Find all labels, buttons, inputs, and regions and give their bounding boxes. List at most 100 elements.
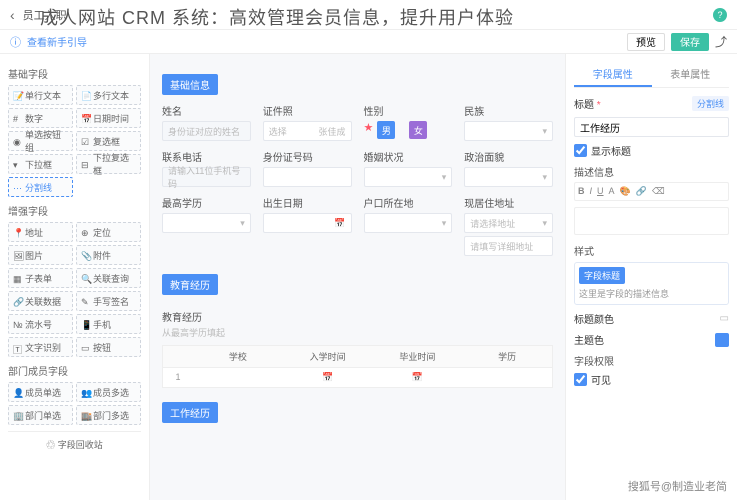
desc-input[interactable]: [574, 207, 729, 235]
theme-color-label: 主题色: [574, 332, 604, 347]
rich-text-toolbar[interactable]: B I U A 🎨 🔗 ⌫: [574, 182, 729, 201]
field-button[interactable]: ▭按钮: [76, 337, 141, 357]
bold-icon[interactable]: B: [578, 186, 585, 197]
theme-color-picker[interactable]: [715, 333, 729, 347]
table-row[interactable]: 1 📅 📅: [163, 368, 552, 387]
label-edu: 最高学历: [162, 195, 251, 210]
label-hukou: 户口所在地: [364, 195, 453, 210]
input-phone[interactable]: 请输入11位手机号码: [162, 167, 251, 187]
input-edu[interactable]: ▾: [162, 213, 251, 233]
prop-title-label: 标题: [574, 100, 594, 111]
star-icon: ★: [364, 121, 374, 139]
hint-text[interactable]: 查看新手引导: [27, 34, 87, 49]
help-icon[interactable]: ?: [713, 8, 727, 22]
input-birth[interactable]: 📅: [263, 213, 352, 233]
field-dept-single[interactable]: 🏢部门单选: [8, 405, 73, 425]
field-dept-multi[interactable]: 🏬部门多选: [76, 405, 141, 425]
edu-table-title: 教育经历: [162, 309, 553, 324]
field-member-single[interactable]: 👤成员单选: [8, 382, 73, 402]
input-name[interactable]: 身份证对应的姓名: [162, 121, 251, 141]
italic-icon[interactable]: I: [590, 186, 593, 197]
field-mobile[interactable]: 📱手机: [76, 314, 141, 334]
field-radio[interactable]: ◉单选按钮组: [8, 131, 73, 151]
field-ocr[interactable]: 🅃文字识别: [8, 337, 73, 357]
input-addr1[interactable]: 请选择地址▾: [464, 213, 553, 233]
field-relation-query[interactable]: 🔍关联查询: [76, 268, 141, 288]
field-palette: 基础字段 📝单行文本 📄多行文本 #数字 📅日期时间 ◉单选按钮组 ☑复选框 ▾…: [0, 54, 150, 500]
perm-label: 字段权限: [574, 353, 729, 368]
title-color-label: 标题颜色: [574, 311, 614, 326]
input-marriage[interactable]: ▾: [364, 167, 453, 187]
field-number[interactable]: #数字: [8, 108, 73, 128]
basic-fields-title: 基础字段: [8, 66, 141, 81]
field-multi-text[interactable]: 📄多行文本: [76, 85, 141, 105]
label-nation: 民族: [464, 103, 553, 118]
back-chevron-icon[interactable]: ‹: [10, 7, 15, 23]
property-panel: 字段属性 表单属性 标题 * 分割线 显示标题 描述信息 B I U A 🎨 🔗…: [565, 54, 737, 500]
radio-female[interactable]: 女: [409, 121, 427, 139]
field-location[interactable]: ⊕定位: [76, 222, 141, 242]
section-basic-info[interactable]: 基础信息: [162, 74, 218, 95]
input-cert[interactable]: 选择张佳成: [263, 121, 352, 141]
field-attachment[interactable]: 📎附件: [76, 245, 141, 265]
dept-fields-title: 部门成员字段: [8, 363, 141, 378]
field-select[interactable]: ▾下拉框: [8, 154, 73, 174]
field-relation-data[interactable]: 🔗关联数据: [8, 291, 73, 311]
title-color-picker[interactable]: ▭: [720, 313, 729, 324]
field-divider[interactable]: ⋯分割线: [8, 177, 73, 197]
clear-icon[interactable]: ⌫: [652, 186, 665, 197]
input-hukou[interactable]: ▾: [364, 213, 453, 233]
label-addr: 现居住地址: [464, 195, 553, 210]
label-marriage: 婚姻状况: [364, 149, 453, 164]
section-education[interactable]: 教育经历: [162, 274, 218, 295]
share-icon[interactable]: ⤴: [715, 33, 727, 50]
label-politics: 政治面貌: [464, 149, 553, 164]
underline-icon[interactable]: U: [597, 186, 604, 197]
tab-form-props[interactable]: 表单属性: [652, 62, 730, 87]
input-addr2[interactable]: 请填写详细地址: [464, 236, 553, 256]
field-recycle-bin[interactable]: ♲ 字段回收站: [8, 431, 141, 457]
field-member-multi[interactable]: 👥成员多选: [76, 382, 141, 402]
field-image[interactable]: 🖼图片: [8, 245, 73, 265]
form-canvas: 基础信息 姓名身份证对应的姓名 证件照选择张佳成 性别★男女 民族▾ 联系电话请…: [150, 54, 565, 500]
calendar-icon[interactable]: 📅: [412, 372, 423, 382]
watermark: 搜狐号@制造业老简: [628, 478, 727, 494]
info-icon: ⓘ: [10, 34, 21, 50]
input-nation[interactable]: ▾: [464, 121, 553, 141]
label-birth: 出生日期: [263, 195, 352, 210]
field-datetime[interactable]: 📅日期时间: [76, 108, 141, 128]
tab-field-props[interactable]: 字段属性: [574, 62, 652, 87]
enhance-fields-title: 增强字段: [8, 203, 141, 218]
font-icon[interactable]: A: [609, 186, 615, 197]
radio-male[interactable]: 男: [377, 121, 395, 139]
label-gender: 性别: [364, 103, 453, 118]
title-input[interactable]: [574, 117, 729, 137]
field-address[interactable]: 📍地址: [8, 222, 73, 242]
label-name: 姓名: [162, 103, 251, 118]
style-label: 样式: [574, 243, 729, 258]
edu-table[interactable]: 学校 入学时间 毕业时间 学历 1 📅 📅: [162, 345, 553, 388]
calendar-icon[interactable]: 📅: [322, 372, 333, 382]
field-subform[interactable]: ▦子表单: [8, 268, 73, 288]
color-icon[interactable]: 🎨: [620, 186, 631, 197]
calendar-icon: 📅: [334, 218, 345, 229]
desc-label: 描述信息: [574, 164, 729, 179]
section-work[interactable]: 工作经历: [162, 402, 218, 423]
field-multiselect[interactable]: ⊟下拉复选框: [76, 154, 141, 174]
field-signature[interactable]: ✎手写签名: [76, 291, 141, 311]
link-icon[interactable]: 🔗: [636, 186, 647, 197]
divider-tag[interactable]: 分割线: [692, 96, 729, 111]
field-checkbox[interactable]: ☑复选框: [76, 131, 141, 151]
visible-checkbox[interactable]: 可见: [574, 372, 729, 387]
label-phone: 联系电话: [162, 149, 251, 164]
input-idnum[interactable]: [263, 167, 352, 187]
label-idnum: 身份证号码: [263, 149, 352, 164]
field-single-text[interactable]: 📝单行文本: [8, 85, 73, 105]
edu-table-sub: 从最高学历填起: [162, 326, 553, 339]
field-serial[interactable]: №流水号: [8, 314, 73, 334]
save-button[interactable]: 保存: [671, 33, 709, 51]
input-politics[interactable]: ▾: [464, 167, 553, 187]
preview-button[interactable]: 预览: [627, 33, 665, 51]
show-title-checkbox[interactable]: 显示标题: [574, 143, 729, 158]
style-preview[interactable]: 字段标题 这里是字段的描述信息: [574, 262, 729, 305]
